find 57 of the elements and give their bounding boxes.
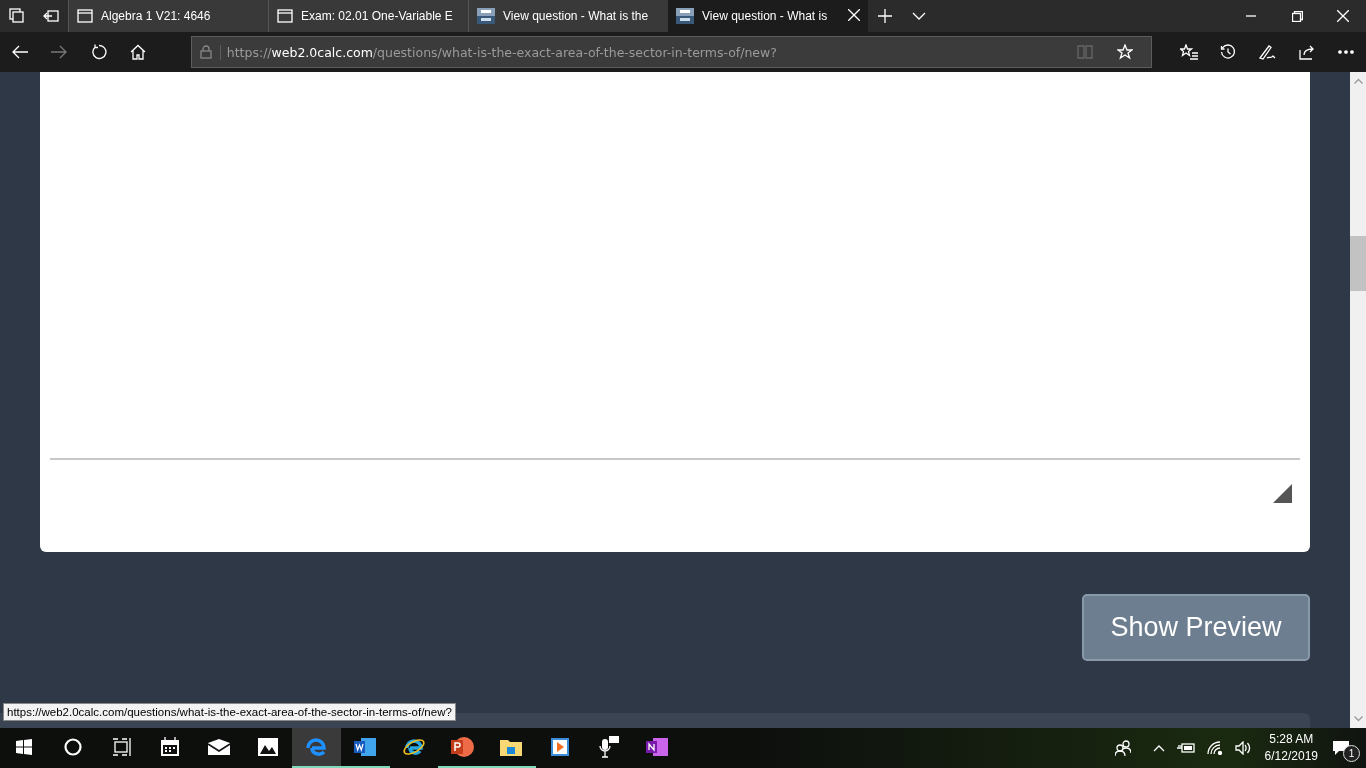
clock[interactable]: 5:28 AM 6/12/2019 [1256, 728, 1326, 768]
status-url-tooltip: https://web2.0calc.com/questions/what-is-the-exact-area-of-the-sector-in-terms-of/new? [3, 703, 456, 721]
notebook-n-icon [646, 737, 669, 757]
calculator-logo-icon [676, 8, 694, 24]
page-icon [77, 9, 93, 23]
history-icon [1220, 44, 1236, 60]
lock-icon [199, 45, 212, 59]
share-icon [1298, 44, 1315, 60]
envelope-icon [208, 739, 231, 755]
windows-logo-icon [16, 739, 33, 755]
browser-tab[interactable]: Algebra 1 V21: 4646 [68, 0, 268, 32]
scrollbar-thumb[interactable] [1350, 236, 1366, 291]
task-view-icon [112, 738, 131, 756]
browser-e-icon [305, 736, 328, 758]
wifi-icon [1206, 741, 1223, 755]
refresh-icon [90, 44, 107, 60]
presentation-p-icon [450, 736, 475, 758]
chevron-up-icon [1152, 744, 1165, 752]
restore-icon [1291, 10, 1303, 22]
resize-handle-icon[interactable] [1273, 484, 1292, 503]
show-preview-button[interactable]: Show Preview [1082, 594, 1310, 662]
calendar-icon [160, 737, 181, 757]
tab-arrow-icon [43, 9, 59, 23]
favorite-star-icon[interactable] [1117, 44, 1134, 60]
arrow-left-icon [11, 45, 28, 59]
favorites-list-icon [1179, 44, 1198, 60]
word-document-icon [354, 737, 377, 757]
plus-icon [878, 9, 892, 23]
ring-e-icon [401, 736, 426, 758]
microphone-icon [597, 736, 620, 758]
chevron-down-icon [912, 12, 926, 20]
battery-icon [1176, 742, 1195, 754]
arrow-right-icon [51, 45, 68, 59]
play-square-icon [549, 737, 570, 757]
mountain-picture-icon [256, 737, 279, 757]
edge-browser-button[interactable] [292, 728, 341, 768]
browser-tab[interactable]: View question - What is the [468, 0, 668, 32]
close-icon [1337, 10, 1349, 22]
circle-icon [64, 738, 83, 756]
tabs-icon [9, 8, 25, 24]
action-center-button[interactable]: 1 [1326, 728, 1366, 768]
more-icon [1338, 50, 1355, 54]
notification-count: 1 [1343, 745, 1360, 762]
folder-icon [500, 738, 523, 756]
scrollbar[interactable] [1350, 72, 1366, 728]
page-icon [277, 9, 293, 23]
people-icon [1114, 740, 1131, 756]
calculator-logo-icon [477, 8, 495, 24]
pen-icon [1258, 44, 1277, 60]
browser-tab[interactable]: Exam: 02.01 One-Variable E [268, 0, 468, 32]
home-icon [130, 44, 147, 60]
url-text: https://web2.0calc.com/questions/what-is-the-exact-area-of-the-sector-in-terms-of/new? [219, 44, 1070, 60]
minimize-icon [1246, 15, 1256, 17]
address-bar[interactable]: https://web2.0calc.com/questions/what-is-the-exact-area-of-the-sector-in-terms-of/new? [190, 36, 1153, 68]
speaker-icon [1234, 741, 1251, 755]
browser-tab[interactable]: View question - What is [668, 0, 868, 32]
close-tab-icon[interactable] [848, 8, 860, 21]
